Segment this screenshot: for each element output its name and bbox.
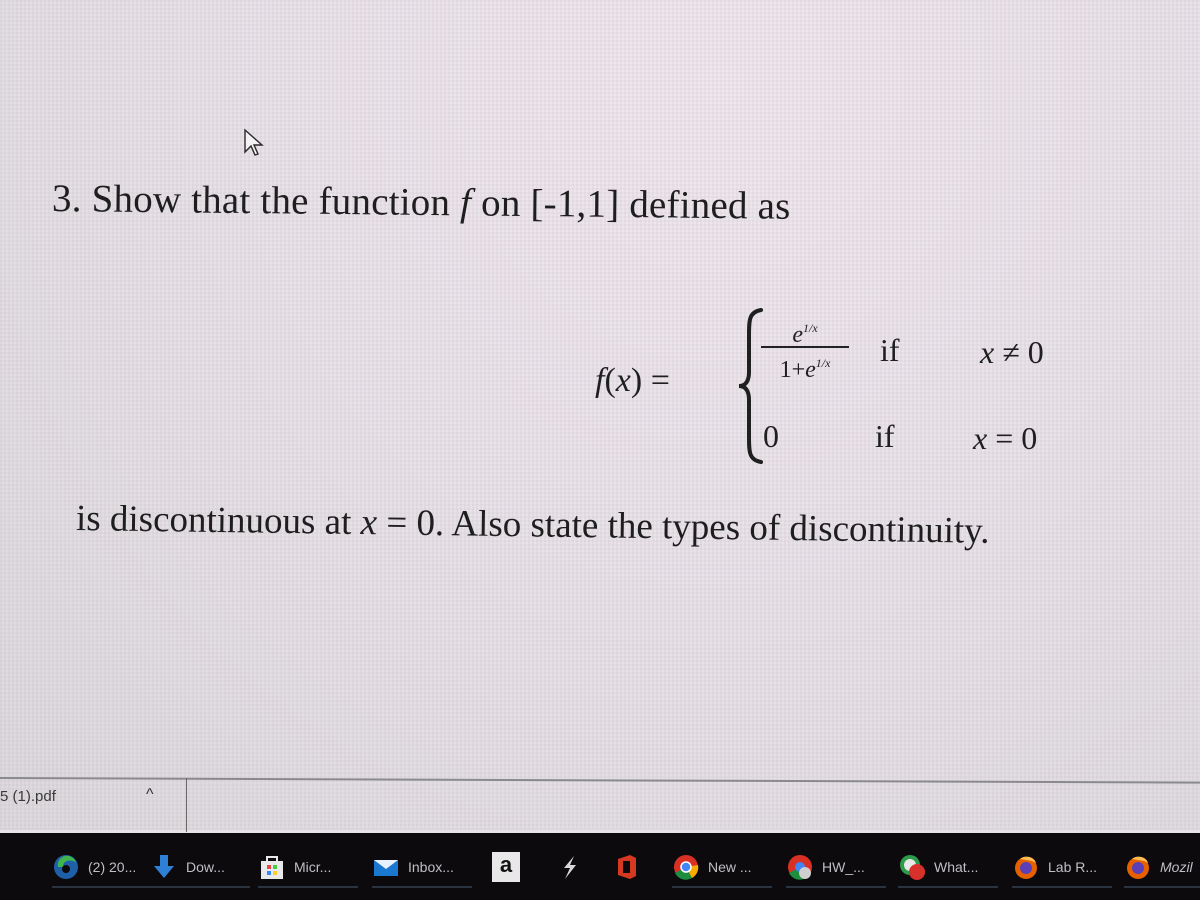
taskbar-item-chrome[interactable]: New ... [672, 833, 772, 900]
lhs-variable: x [615, 362, 631, 399]
taskbar-item-store[interactable]: Micr... [258, 833, 358, 900]
case1-condition-rest: ≠ 0 [1002, 334, 1044, 370]
question-line-2: is discontinuous at x = 0. Also state th… [76, 497, 990, 553]
taskbar-item-firefox-mozilla[interactable]: Mozil [1124, 833, 1200, 900]
question-text-suffix: on [-1,1] defined as [480, 181, 791, 228]
active-indicator [672, 886, 772, 888]
case2-condition: x = 0 [973, 420, 1037, 457]
taskbar-item-lightning[interactable] [556, 833, 592, 900]
edge-icon [54, 854, 78, 879]
taskbar-item-label: (2) 20... [88, 858, 137, 875]
formula-lhs: f(x) = [595, 362, 670, 400]
active-indicator [52, 886, 152, 888]
lhs-paren-open: ( [604, 362, 616, 399]
taskbar-item-label: Dow... [186, 858, 225, 875]
numerator-base: e [792, 322, 803, 348]
question-number: 3. [51, 177, 82, 221]
taskbar-item-chrome-profile[interactable]: HW_... [786, 833, 886, 900]
taskbar-item-label: What... [934, 858, 979, 875]
taskbar-item-firefox-lab[interactable]: Lab R... [1012, 833, 1112, 900]
case1-condition-var: x [980, 334, 995, 370]
pdf-viewer-page: 3. Show that the function f on [-1,1] de… [0, 0, 1200, 832]
case2-if: if [875, 418, 895, 454]
taskbar-item-label: Micr... [294, 858, 332, 875]
taskbar-item-amazon[interactable]: a [492, 833, 520, 900]
function-symbol: f [459, 181, 472, 225]
numerator-exponent: 1/x [802, 321, 818, 335]
taskbar-item-office[interactable] [612, 833, 648, 900]
question-line2-prefix: is discontinuous at [75, 498, 352, 543]
firefox-icon [1127, 856, 1149, 879]
download-arrow-icon [154, 854, 174, 878]
case2-condition-var: x [973, 420, 988, 456]
denominator-one-plus: 1+ [779, 357, 806, 383]
question-line2-suffix: = 0. Also state the types of discontinui… [386, 502, 990, 552]
amazon-icon: a [492, 851, 520, 882]
active-indicator [1124, 886, 1200, 888]
chrome-profile-icon [788, 854, 812, 880]
download-item-separator [186, 778, 187, 832]
question-line-1: 3. Show that the function f on [-1,1] de… [52, 176, 791, 229]
whatsapp-icon [900, 854, 925, 880]
taskbar-item-label: Lab R... [1048, 858, 1098, 875]
active-indicator [150, 886, 250, 888]
case1-fraction: e1/x 1+e1/x [757, 310, 853, 383]
denominator-base: e [805, 357, 816, 383]
active-indicator [898, 886, 998, 888]
lightning-app-icon [564, 855, 576, 879]
case2-value: 0 [763, 418, 779, 454]
taskbar-item-label: Inbox... [408, 858, 454, 875]
chrome-icon [674, 854, 699, 880]
microsoft-store-icon [261, 855, 283, 879]
taskbar-item-downloads[interactable]: Dow... [150, 833, 250, 900]
chevron-up-icon[interactable]: ^ [146, 786, 154, 804]
question-text-prefix: Show that the function [91, 177, 451, 225]
active-indicator [1012, 886, 1112, 888]
office-icon [618, 854, 636, 879]
mail-icon [374, 859, 398, 876]
download-bar: 5 (1).pdf ^ [0, 778, 1200, 832]
taskbar-item-label: Mozil [1160, 858, 1193, 875]
fraction-denominator: 1+e1/x [757, 348, 853, 383]
mouse-cursor-icon [244, 128, 264, 156]
taskbar-item-whatsapp[interactable]: What... [898, 833, 998, 900]
equals-sign: = [650, 362, 670, 399]
case1-if: if [880, 332, 900, 368]
downloaded-file-name[interactable]: 5 (1).pdf [0, 788, 56, 805]
lhs-paren-close: ) [630, 362, 643, 399]
taskbar: (2) 20... Dow... Micr... Inbox... a New … [0, 833, 1200, 900]
case1-condition: x ≠ 0 [980, 334, 1044, 371]
active-indicator [786, 886, 886, 888]
piecewise-formula: f(x) = e1/x 1+e1/x if x ≠ 0 0 if x = 0 [595, 300, 1075, 470]
taskbar-item-label: New ... [708, 858, 752, 875]
fraction-numerator: e1/x [757, 310, 853, 348]
case2-condition-rest: = 0 [995, 420, 1038, 456]
firefox-icon [1015, 856, 1037, 879]
active-indicator [372, 886, 472, 888]
active-indicator [258, 886, 358, 888]
taskbar-item-edge[interactable]: (2) 20... [52, 833, 152, 900]
taskbar-item-label: HW_... [822, 858, 865, 875]
question-line2-variable: x [360, 501, 378, 544]
taskbar-item-mail[interactable]: Inbox... [372, 833, 472, 900]
denominator-exponent: 1/x [815, 356, 831, 370]
